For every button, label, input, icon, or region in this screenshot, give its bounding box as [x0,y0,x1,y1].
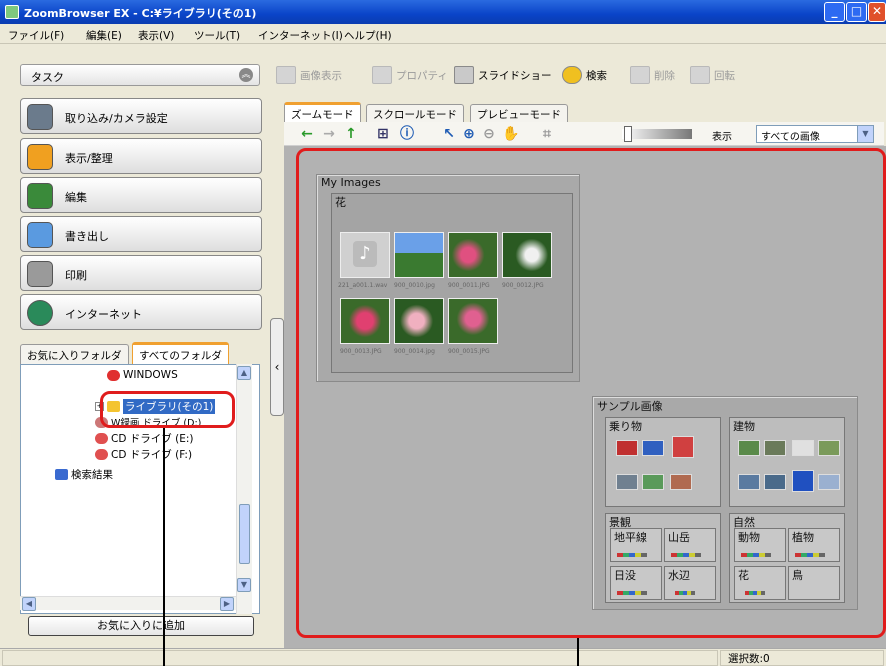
scroll-down-icon[interactable]: ▼ [237,578,251,592]
tab-all-folders[interactable]: すべてのフォルダ [132,342,229,364]
minimize-button[interactable]: _ [824,2,845,22]
select-mode-icon[interactable]: ⊞ [374,125,392,143]
search-button[interactable]: 検索 [562,64,607,86]
folder-icon [107,369,120,381]
view-filter-label: 表示 [712,132,732,143]
scroll-right-icon[interactable]: ▶ [220,597,234,611]
tab-preview-mode[interactable]: プレビューモード [470,104,568,122]
panel-collapse-handle[interactable]: ‹ [270,318,284,416]
tab-zoom-mode[interactable]: ズームモード [284,102,361,122]
view-filter-select[interactable]: すべての画像 ▼ [756,125,874,143]
hand-icon[interactable]: ✋ [502,125,520,143]
properties-icon [372,66,392,84]
zoom-in-icon[interactable]: ⊕ [460,125,478,143]
tab-scroll-mode[interactable]: スクロールモード [366,104,464,122]
callout-line [163,428,165,666]
status-pane [2,650,718,666]
tree-horizontal-scrollbar[interactable]: ◀ ▶ [20,596,236,611]
status-bar: 選択数:0 [0,648,886,666]
info-icon[interactable]: ⓘ [398,125,416,143]
menu-edit[interactable]: 編集(E) [86,28,122,43]
rotate-icon [690,66,710,84]
export-icon [27,222,53,248]
menu-internet[interactable]: インターネット(I) [258,28,343,43]
category-import-camera[interactable]: 取り込み/カメラ設定 [20,98,262,134]
main-toolbar: 画像表示 プロパティ スライドショー 検索 削除 回転 [272,62,886,88]
category-view-organize[interactable]: 表示/整理 [20,138,262,174]
category-export[interactable]: 書き出し [20,216,262,252]
search-icon [562,66,582,84]
tree-vertical-scrollbar[interactable]: ▲ ▼ [236,364,252,614]
zoom-slider[interactable] [622,129,692,139]
cd-drive-icon [95,433,108,444]
close-button[interactable]: ✕ [868,2,886,22]
fit-icon[interactable]: ⌗ [538,125,556,143]
slideshow-icon [454,66,474,84]
printer-icon [27,261,53,287]
task-label: タスク [31,71,64,84]
app-icon [5,5,19,19]
pointer-icon[interactable]: ↖ [440,125,458,143]
category-internet[interactable]: インターネット [20,294,262,330]
category-edit[interactable]: 編集 [20,177,262,213]
properties-button[interactable]: プロパティ [372,64,448,86]
cd-drive-icon [95,449,108,460]
tree-item-cd-f[interactable]: CD ドライブ (F:) [95,447,192,462]
window-title: ZoomBrowser EX - C:¥ライブラリ(その1) [24,7,257,20]
menu-file[interactable]: ファイル(F) [8,28,64,43]
category-print[interactable]: 印刷 [20,255,262,291]
zoom-slider-thumb[interactable] [624,126,632,142]
maximize-button[interactable]: □ [846,2,867,22]
globe-icon [27,300,53,326]
scroll-up-icon[interactable]: ▲ [237,366,251,380]
tree-item-windows[interactable]: WINDOWS [107,369,178,381]
view-toolbar: ← → ↑ ⊞ ⓘ ↖ ⊕ ⊖ ✋ ⌗ 表示 すべての画像 ▼ [284,122,884,146]
chevron-down-icon[interactable]: ▼ [857,126,873,142]
tab-favorite-folders[interactable]: お気に入りフォルダ [20,344,129,364]
slideshow-button[interactable]: スライドショー [454,64,552,86]
up-folder-icon[interactable]: ↑ [342,125,360,143]
search-results-icon [55,469,68,480]
scroll-left-icon[interactable]: ◀ [22,597,36,611]
menu-tools[interactable]: ツール(T) [194,28,240,43]
callout-line [577,638,579,666]
tree-item-cd-e[interactable]: CD ドライブ (E:) [95,431,193,446]
folder-icon [27,144,53,170]
task-header[interactable]: タスク ︽ [20,64,260,86]
chevron-up-icon[interactable]: ︽ [239,68,253,82]
add-favorite-button[interactable]: お気に入りに追加 [28,616,254,636]
view-mode-tabs: ズームモード スクロールモード プレビューモード [284,102,884,122]
zoom-out-icon[interactable]: ⊖ [480,125,498,143]
edit-icon [27,183,53,209]
rotate-button[interactable]: 回転 [690,64,735,86]
menu-help[interactable]: ヘルプ(H) [344,28,392,43]
view-image-button[interactable]: 画像表示 [276,64,342,86]
scroll-thumb[interactable] [239,504,250,564]
title-bar: ZoomBrowser EX - C:¥ライブラリ(その1) _ □ ✕ [0,0,886,24]
highlight-library-folder [100,391,235,428]
view-image-icon [276,66,296,84]
menu-bar: ファイル(F) 編集(E) 表示(V) ツール(T) インターネット(I) ヘル… [0,24,886,44]
forward-arrow-icon[interactable]: → [320,125,338,143]
selection-count: 選択数:0 [728,653,770,665]
menu-view[interactable]: 表示(V) [138,28,174,43]
highlight-zoom-canvas [296,148,886,638]
folder-tabs: お気に入りフォルダ すべてのフォルダ [20,342,260,364]
delete-button[interactable]: 削除 [630,64,675,86]
back-arrow-icon[interactable]: ← [298,125,316,143]
trash-icon [630,66,650,84]
camera-icon [27,104,53,130]
tree-item-search-results[interactable]: 検索結果 [55,467,113,482]
